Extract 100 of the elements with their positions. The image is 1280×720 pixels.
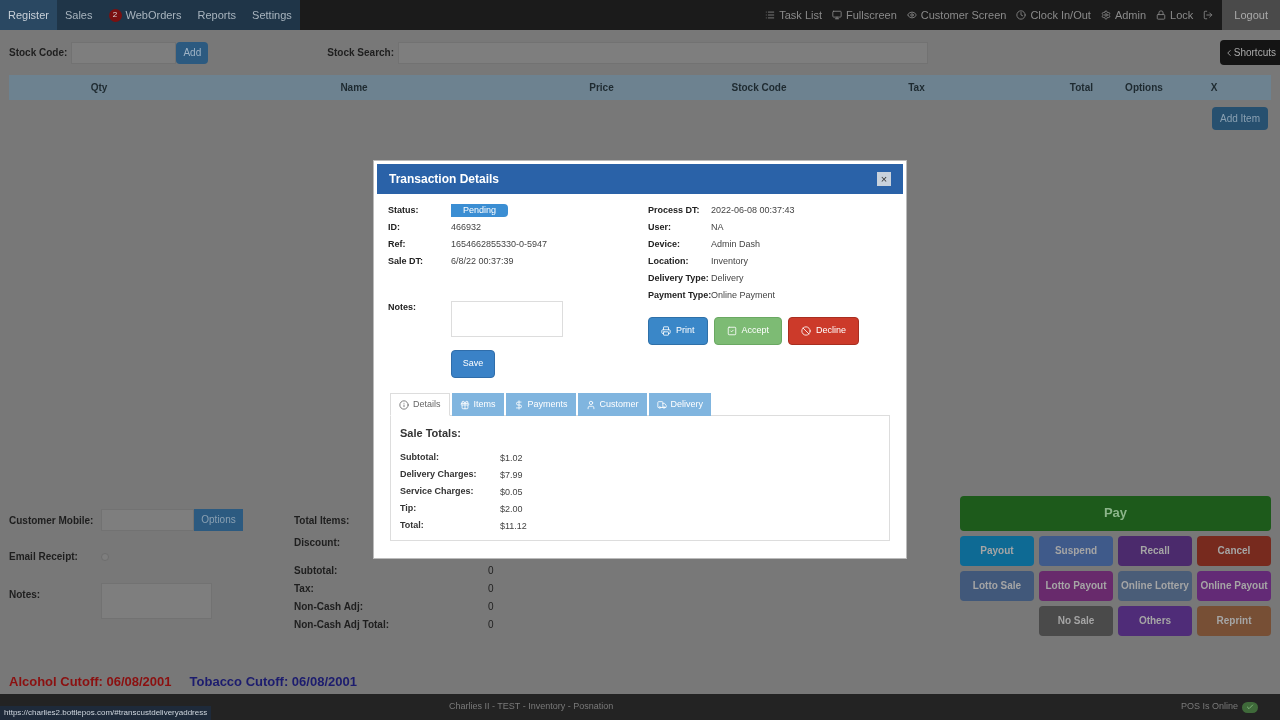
detail-label: ID: <box>388 221 401 234</box>
status-text: POS Is Online <box>1180 700 1238 714</box>
summary-value: 0 <box>488 563 494 578</box>
action-button[interactable]: Suspend <box>1039 535 1113 566</box>
column-header: X <box>1209 81 1219 95</box>
action-button[interactable]: Online Lottery <box>1118 570 1192 601</box>
detail-value: 1654662855330-0-5947 <box>451 238 548 251</box>
summary-label: Non-Cash Adj Total: <box>294 618 389 633</box>
total-value: $2.00 <box>500 502 523 516</box>
customer-mobile-field[interactable] <box>101 508 194 531</box>
summary-value: 0 <box>488 618 494 633</box>
detail-value: 2022-06-08 00:37:43 <box>711 204 795 217</box>
summary-label: Non-Cash Adj: <box>294 600 364 615</box>
field-label: Stock Search: <box>327 46 395 60</box>
column-header: Total <box>1068 81 1094 95</box>
summary-label: Discount: <box>294 535 341 550</box>
detail-value: Admin Dash <box>711 238 761 251</box>
dialog-title: Transaction Details <box>389 171 500 188</box>
total-label: Subtotal: <box>400 450 440 464</box>
nav-tab[interactable]: 2 WebOrders <box>100 0 190 30</box>
nav-link[interactable]: Clock In/Out <box>1011 0 1096 30</box>
summary-label: Total Items: <box>294 513 350 528</box>
tab[interactable]: Customer <box>577 393 647 416</box>
action-button[interactable]: Lotto Payout <box>1039 570 1113 601</box>
field-label: Notes: <box>9 587 42 602</box>
action-button[interactable]: Cancel <box>1197 535 1271 566</box>
action-button[interactable]: Accept <box>713 317 783 345</box>
total-value: $11.12 <box>500 519 527 533</box>
add-button[interactable]: Add <box>176 41 209 64</box>
total-label: Delivery Charges: <box>400 467 478 481</box>
logout-button[interactable]: Logout <box>1222 0 1280 30</box>
detail-label: Payment Type: <box>648 289 710 302</box>
clock-icon <box>1016 10 1027 20</box>
total-label: Service Charges: <box>400 484 475 498</box>
truck-icon <box>656 399 667 410</box>
column-header: Stock Code <box>730 81 788 95</box>
detail-value: 466932 <box>451 221 482 234</box>
detail-label: Ref: <box>388 238 407 251</box>
exit-icon <box>1203 10 1214 20</box>
detail-value: NA <box>711 221 724 234</box>
footer-text: Charlies II - TEST - Inventory - Posnation <box>449 700 614 714</box>
nav-link[interactable]: Task List <box>760 0 828 30</box>
action-button[interactable]: Lotto Sale <box>960 570 1034 601</box>
column-header: Name <box>339 81 369 95</box>
shortcuts-button[interactable]: Shortcuts <box>1219 40 1280 65</box>
tab[interactable]: Delivery <box>648 393 712 416</box>
summary-value: 0 <box>488 582 494 596</box>
pay-button[interactable]: Pay <box>960 495 1271 531</box>
nav-tab[interactable]: Settings <box>244 0 300 30</box>
detail-label: Status: <box>388 204 420 217</box>
list-icon <box>765 10 776 20</box>
online-check-icon <box>1242 701 1258 713</box>
stock-code-field[interactable] <box>71 41 177 64</box>
close-button[interactable]: × <box>877 172 891 186</box>
total-value: $7.99 <box>500 468 523 482</box>
info-icon <box>399 399 409 410</box>
nav-tab[interactable]: Reports <box>189 0 245 30</box>
field-label: Stock Code: <box>9 46 68 60</box>
tab[interactable]: Details <box>390 393 450 416</box>
total-value: $1.02 <box>500 451 523 465</box>
gift-icon <box>459 399 470 410</box>
nav-link[interactable]: Lock <box>1151 0 1199 30</box>
detail-label: Device: <box>648 238 682 251</box>
nav-link[interactable]: Customer Screen <box>901 0 1012 30</box>
nav-tab[interactable]: Sales <box>56 0 101 30</box>
status-badge: Pending <box>451 204 509 217</box>
check-icon <box>726 326 737 336</box>
action-button[interactable]: Print <box>648 317 708 345</box>
options-button[interactable]: Options <box>194 508 243 531</box>
nav-link[interactable]: Fullscreen <box>827 0 902 30</box>
action-button[interactable]: Recall <box>1118 535 1192 566</box>
column-header: Options <box>1124 81 1164 95</box>
action-button[interactable]: Others <box>1118 605 1192 636</box>
add-item-button[interactable]: Add Item <box>1211 107 1268 130</box>
action-button[interactable]: Decline <box>788 317 860 345</box>
detail-value: Inventory <box>711 255 749 268</box>
nav-link[interactable]: Admin <box>1095 0 1152 30</box>
monitor-icon <box>832 10 843 20</box>
detail-value: Online Payment <box>711 289 776 302</box>
action-button[interactable]: Reprint <box>1197 605 1271 636</box>
tab[interactable]: Payments <box>505 393 576 416</box>
nav-tab[interactable]: Register <box>0 0 57 30</box>
printer-icon <box>661 326 671 336</box>
url-tooltip: https://charlies2.bottlepos.com/#transcustdeliveryaddress <box>0 706 212 720</box>
section-title: Sale Totals: <box>400 426 462 441</box>
user-icon <box>585 399 596 410</box>
action-button[interactable]: Payout <box>960 535 1034 566</box>
cutoff-text: Alcohol Cutoff: 06/08/2001 <box>9 672 172 691</box>
detail-value: 6/8/22 00:37:39 <box>451 255 514 268</box>
action-button[interactable]: No Sale <box>1039 605 1113 636</box>
column-header: Price <box>588 81 615 95</box>
detail-label: Notes: <box>388 301 417 314</box>
detail-label: Sale DT: <box>388 255 424 268</box>
action-button[interactable]: Online Payout <box>1197 570 1271 601</box>
ban-icon <box>801 326 812 336</box>
save-button[interactable]: Save <box>451 350 495 378</box>
tab[interactable]: Items <box>451 393 504 416</box>
detail-label: User: <box>648 221 672 234</box>
detail-label: Process DT: <box>648 204 701 217</box>
detail-value: Delivery <box>711 272 744 285</box>
